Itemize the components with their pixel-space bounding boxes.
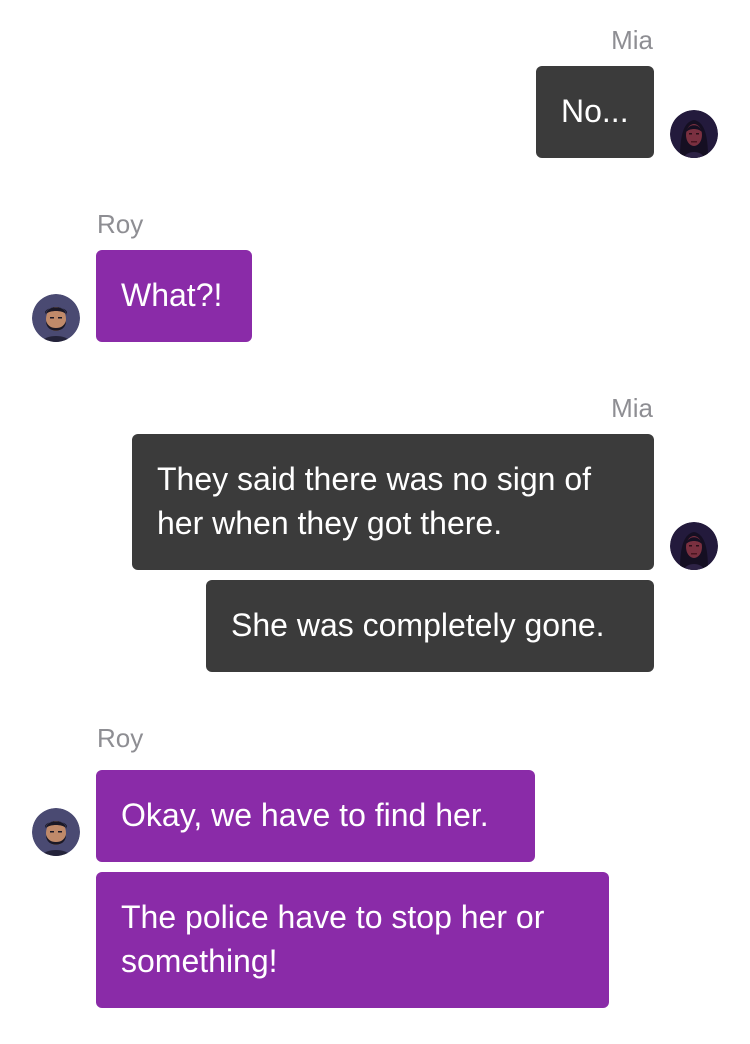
- message-bubble-mia[interactable]: She was completely gone.: [206, 580, 654, 672]
- sender-name-mia: Mia: [611, 25, 653, 55]
- sender-name-roy: Roy: [97, 723, 144, 753]
- sender-name-mia: Mia: [611, 393, 653, 423]
- message-text: They said there was no sign of her when …: [157, 461, 592, 541]
- mia-avatar-icon[interactable]: [670, 522, 718, 570]
- sender-name-roy: Roy: [97, 209, 144, 239]
- message-bubble-roy[interactable]: The police have to stop her or something…: [96, 872, 609, 1008]
- message-bubble-roy[interactable]: What?!: [96, 250, 252, 342]
- message-bubble-mia[interactable]: They said there was no sign of her when …: [132, 434, 654, 570]
- message-bubble-roy[interactable]: Okay, we have to find her.: [96, 770, 535, 862]
- message-text: No...: [561, 93, 629, 129]
- mia-avatar-icon[interactable]: [670, 110, 718, 158]
- message-text: The police have to stop her or something…: [121, 899, 545, 979]
- roy-avatar-icon[interactable]: [32, 294, 80, 342]
- roy-avatar-icon[interactable]: [32, 808, 80, 856]
- message-text: She was completely gone.: [231, 607, 605, 643]
- message-text: What?!: [121, 277, 223, 313]
- message-text: Okay, we have to find her.: [121, 797, 489, 833]
- message-bubble-mia[interactable]: No...: [536, 66, 654, 158]
